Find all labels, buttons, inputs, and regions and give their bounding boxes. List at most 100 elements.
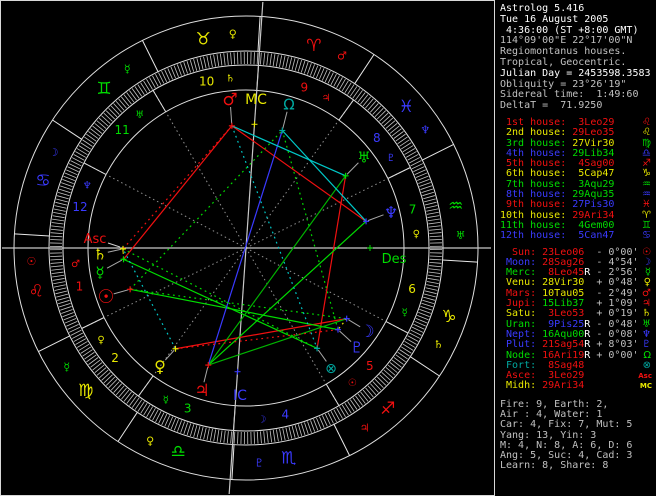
house-number-10: 10 — [199, 75, 214, 89]
degree-tick — [101, 372, 111, 381]
degree-tick — [226, 431, 229, 444]
degree-tick — [92, 362, 103, 371]
degree-tick — [420, 305, 433, 311]
degree-tick — [176, 64, 182, 76]
planet-velocity: + 0°00' — [590, 349, 639, 361]
angle-icon: MC — [639, 382, 652, 391]
sign-ruler-icon: ♄ — [434, 338, 444, 351]
des-label: Des — [382, 252, 407, 267]
degree-tick — [256, 52, 259, 65]
degree-tick — [123, 94, 132, 105]
sign-ruler-icon: ☉ — [26, 255, 36, 268]
ic-label: IC — [233, 388, 247, 404]
mc-label: MC — [245, 92, 267, 108]
degree-tick — [51, 271, 64, 275]
degree-tick — [94, 364, 105, 374]
degree-tick — [55, 290, 68, 295]
degree-tick — [56, 293, 68, 298]
info-line: Tue 16 August 2005 — [500, 13, 609, 25]
sign-ruler-icon: ☽ — [49, 146, 59, 159]
sign-glyph-capricorn: ♑ — [441, 307, 456, 327]
degree-tick — [180, 63, 185, 75]
house-ruler-icon: ♂ — [71, 259, 80, 270]
degree-tick — [365, 387, 374, 398]
house-cusp-value: 5Can47 — [566, 230, 615, 242]
degree-tick — [253, 431, 256, 444]
degree-tick — [297, 59, 302, 72]
sign-ruler-icon: ♃ — [360, 421, 370, 434]
degree-tick — [51, 222, 64, 225]
degree-tick — [113, 103, 122, 113]
sign-boundary — [38, 335, 70, 353]
degree-tick — [88, 131, 99, 139]
planet-icon: ♇ — [642, 339, 651, 351]
degree-tick — [400, 142, 412, 150]
degree-tick — [134, 399, 143, 410]
sign-glyph-scorpio: ♏ — [281, 449, 296, 469]
wheel-planet-icon-Venu: ♀ — [154, 357, 166, 376]
degree-tick — [101, 115, 111, 125]
planet-pointer — [203, 366, 209, 383]
degree-tick — [126, 92, 135, 103]
planet-pointer — [282, 111, 288, 129]
degree-tick — [367, 100, 377, 111]
aspect-sex-Node-Nept — [281, 130, 367, 222]
astrolog-window: ♈ ♂ ♉ ♀ ♊ ☿ ♋ ☽ ♌ ☉ ♍ ☿ ♎ ♀ ♏ ♇ ♐ ♃ ♑ ♄ ♒ ♅ ♓ ♆ 1 ♂ 2 ♀ 3 ☿ 4 ☽ 5 ☉ 6 ☿ 7 ♀ 8 ♇… — [0, 0, 656, 496]
degree-tick — [419, 182, 431, 187]
sign-ruler-icon: ♀ — [146, 434, 154, 447]
degree-tick — [50, 265, 63, 268]
degree-tick — [429, 261, 442, 264]
degree-tick — [233, 52, 236, 65]
degree-tick — [306, 63, 312, 75]
degree-tick — [426, 211, 439, 215]
degree-tick — [352, 397, 361, 408]
degree-tick — [294, 59, 299, 71]
degree-tick — [397, 351, 408, 360]
sign-glyph-leo: ♌ — [29, 282, 44, 302]
degree-tick — [383, 117, 394, 127]
degree-tick — [110, 105, 120, 115]
degree-tick — [418, 312, 430, 317]
degree-tick — [223, 430, 226, 443]
degree-tick — [310, 420, 316, 432]
degree-tick — [425, 287, 438, 291]
degree-tick — [282, 428, 286, 441]
degree-tick — [383, 369, 394, 379]
degree-tick — [275, 54, 279, 67]
angle-icon: Asc — [638, 372, 652, 381]
degree-tick — [379, 374, 389, 384]
degree-tick — [355, 90, 363, 101]
degree-tick — [357, 393, 366, 404]
degree-tick — [362, 389, 372, 400]
element-stats: Fire: 9, Earth: 2, Air : 4, Water: 1 Car: … — [500, 399, 656, 472]
degree-tick — [230, 52, 232, 65]
degree-tick — [94, 123, 105, 132]
house-cusp-mark — [385, 321, 409, 334]
degree-tick — [223, 53, 226, 66]
degree-tick — [303, 61, 309, 74]
degree-tick — [427, 215, 440, 218]
degree-tick — [96, 367, 107, 376]
degree-tick — [57, 299, 70, 305]
house-cusp-mark — [387, 167, 411, 179]
aspect-tri-Sun-Plut — [130, 288, 339, 331]
degree-tick — [50, 262, 63, 264]
degree-tick — [279, 428, 283, 441]
degree-tick — [137, 401, 145, 412]
sign-icon: ♓ — [642, 199, 651, 211]
sign-icon: ♌ — [642, 127, 651, 139]
degree-tick — [131, 88, 140, 99]
degree-tick — [253, 52, 255, 65]
degree-tick — [301, 423, 306, 436]
degree-tick — [54, 287, 67, 291]
degree-tick — [429, 232, 442, 234]
degree-tick — [196, 426, 201, 438]
degree-tick — [279, 55, 283, 68]
degree-tick — [96, 120, 107, 129]
degree-tick — [59, 185, 72, 191]
degree-tick — [120, 96, 130, 107]
sign-glyph-aquarius: ♒ — [448, 196, 463, 216]
aspect-tri-Jupi-Nept — [207, 220, 367, 366]
degree-tick — [266, 430, 269, 443]
degree-tick — [183, 62, 188, 74]
